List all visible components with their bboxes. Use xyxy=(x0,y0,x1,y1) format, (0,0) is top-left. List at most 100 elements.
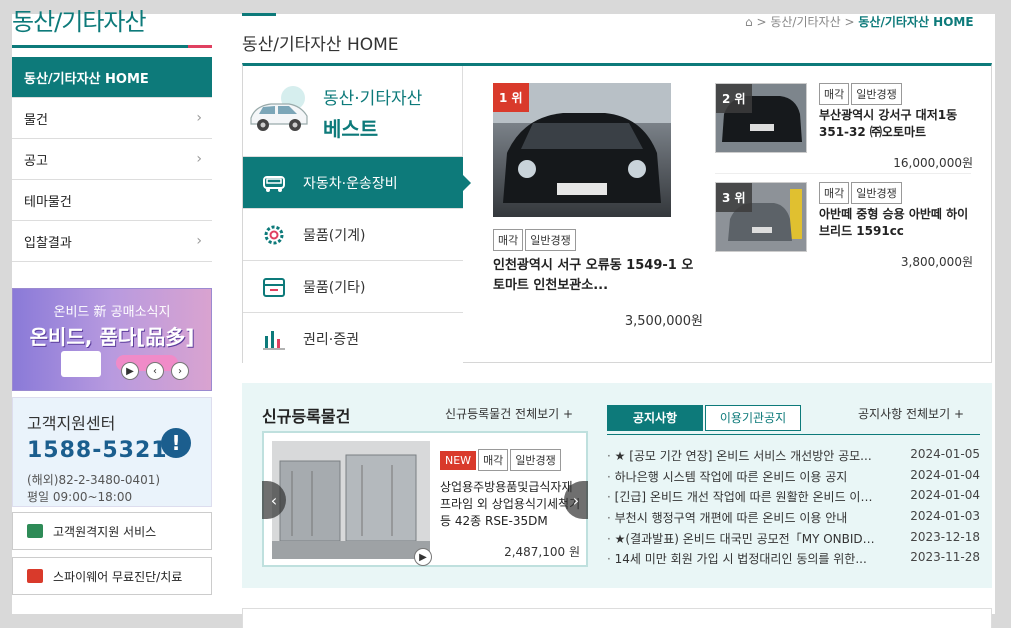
rank-number: 3 xyxy=(722,191,731,205)
notice-row[interactable]: [긴급] 온비드 개선 작업에 따른 원활한 온비드 이용... 2024-01-… xyxy=(607,488,980,509)
chevron-right-icon: › xyxy=(196,151,202,167)
sidebar-item-home[interactable]: 동산/기타자산 HOME xyxy=(12,57,212,98)
box-icon xyxy=(263,278,285,297)
shield-icon xyxy=(27,569,43,583)
promo-banner-title: 온비드, 품다[品多] xyxy=(29,325,195,349)
home-icon[interactable]: ⌂ xyxy=(745,15,753,29)
notice-title[interactable]: 14세 미만 회원 가입 시 법정대리인 동의를 위한... xyxy=(607,550,882,571)
sidebar-title: 동산/기타자산 xyxy=(12,8,147,36)
best-title-top: 동산·기타자산 xyxy=(323,89,423,109)
rank-badge: 1 위 xyxy=(493,83,529,112)
sidebar-item-notice[interactable]: 공고 › xyxy=(12,139,212,180)
new-items-view-all-link[interactable]: 신규등록물건 전체보기 + xyxy=(445,405,573,422)
notice-date: 2024-01-05 xyxy=(910,447,980,461)
rank-badge: 2 위 xyxy=(716,84,752,113)
new-items-title: 신규등록물건 xyxy=(262,407,351,426)
category-tab-machinery[interactable]: 물품(기계) xyxy=(243,208,463,260)
lower-section: 신규등록물건 신규등록물건 전체보기 + NEW 매각 일반경쟁 상업용주방용품및급… xyxy=(242,383,992,588)
promo-illustration xyxy=(61,351,101,377)
notice-title[interactable]: 부천시 행정구역 개편에 따른 온비드 이용 안내 xyxy=(607,509,882,530)
notice-title[interactable]: ★(결과발표) 온비드 대국민 공모전「MY ONBID」... xyxy=(607,530,882,551)
category-tab-rights[interactable]: 권리·증권 xyxy=(243,312,463,364)
tab-notices[interactable]: 공지사항 xyxy=(607,405,703,431)
gear-icon xyxy=(264,225,284,245)
support-overseas: (해외)82-2-3480-0401) xyxy=(27,473,161,487)
notice-date: 2024-01-03 xyxy=(910,509,980,524)
notice-tabs: 공지사항 이용기관공지 xyxy=(607,405,803,431)
play-icon[interactable]: ▶ xyxy=(414,548,432,566)
category-tab-goods-other[interactable]: 물품(기타) xyxy=(243,260,463,312)
new-item-image[interactable] xyxy=(272,441,430,559)
notice-date: 2023-12-18 xyxy=(910,529,980,544)
category-tab-vehicles[interactable]: 자동차·운송장비 xyxy=(243,156,471,208)
new-item-title[interactable]: 상업용주방용품및급식자재 프라임 외 상업용식기세척기 등 42종 RSE-35… xyxy=(440,479,582,531)
rank2-item[interactable]: 2 위 매각 일반경쟁 부산광역시 강서구 대저1동 351-32 ㈜오토마트 1… xyxy=(715,83,973,170)
rank-suffix: 위 xyxy=(734,92,746,106)
remote-support-icon xyxy=(27,524,43,538)
rank2-price: 16,000,000원 xyxy=(893,156,973,170)
notice-date: 2024-01-04 xyxy=(910,488,980,503)
support-phone: 1588-5321 xyxy=(27,438,168,463)
notices-view-all-link[interactable]: 공지사항 전체보기 + xyxy=(858,405,964,422)
rank3-title[interactable]: 아반떼 중형 승용 아반떼 하이브리드 1591cc xyxy=(819,206,973,240)
car-illustration-icon xyxy=(250,86,308,131)
rank2-image[interactable]: 2 위 xyxy=(715,83,807,153)
bid-type-tag: 일반경쟁 xyxy=(525,229,576,251)
notice-row[interactable]: ★(결과발표) 온비드 대국민 공모전「MY ONBID」... 2023-12-… xyxy=(607,530,980,551)
notice-title[interactable]: 하나은행 시스템 작업에 따른 온비드 이용 공지 xyxy=(607,468,882,489)
notice-title[interactable]: ★ [공모 기간 연장] 온비드 서비스 개선방안 공모... xyxy=(607,447,882,468)
best-header: 동산·기타자산 베스트 xyxy=(243,66,463,156)
rank1-tags: 매각 일반경쟁 xyxy=(493,229,578,251)
notice-row[interactable]: 하나은행 시스템 작업에 따른 온비드 이용 공지 2024-01-04 xyxy=(607,468,980,489)
sidebar-item-goods[interactable]: 물건 › xyxy=(12,98,212,139)
sale-type-tag: 매각 xyxy=(478,449,509,471)
rank2-title[interactable]: 부산광역시 강서구 대저1동 351-32 ㈜오토마트 xyxy=(819,107,973,141)
sale-type-tag: 매각 xyxy=(819,83,850,105)
breadcrumb-level1[interactable]: 동산/기타자산 xyxy=(770,15,840,29)
tab-agency-notices[interactable]: 이용기관공지 xyxy=(705,405,801,431)
rank-suffix: 위 xyxy=(734,191,746,205)
remote-support-button[interactable]: 고객원격지원 서비스 xyxy=(12,512,212,550)
rank3-item[interactable]: 3 위 매각 일반경쟁 아반떼 중형 승용 아반떼 하이브리드 1591cc 3,… xyxy=(715,182,973,269)
rank-badge: 3 위 xyxy=(716,183,752,212)
rank3-tags: 매각 일반경쟁 xyxy=(819,182,904,204)
bar-chart-icon xyxy=(263,331,285,350)
spyware-scan-button[interactable]: 스파이웨어 무료진단/치료 xyxy=(12,557,212,595)
sidebar-item-label: 테마물건 xyxy=(24,194,72,210)
category-label: 자동차·운송장비 xyxy=(303,175,398,192)
next-icon[interactable]: › xyxy=(171,362,189,380)
breadcrumb: ⌂ > 동산/기타자산 > 동산/기타자산 HOME xyxy=(745,13,974,30)
sidebar-item-bid-result[interactable]: 입찰결과 › xyxy=(12,221,212,262)
dishwasher-photo xyxy=(272,441,430,559)
breadcrumb-current: 동산/기타자산 HOME xyxy=(858,15,974,29)
bid-type-tag: 일반경쟁 xyxy=(510,449,561,471)
sidebar-item-theme[interactable]: 테마물건 xyxy=(12,180,212,221)
page-title-accent xyxy=(242,13,276,16)
sidebar-item-label: 공고 xyxy=(24,153,48,169)
promo-banner[interactable]: 온비드 新 공매소식지 온비드, 품다[品多] ▶ ‹ › xyxy=(12,288,212,391)
play-icon[interactable]: ▶ xyxy=(121,362,139,380)
rank1-title[interactable]: 인천광역시 서구 오류동 1549-1 오토마트 인천보관소... xyxy=(493,256,703,296)
new-item-card[interactable]: NEW 매각 일반경쟁 상업용주방용품및급식자재 프라임 외 상업용식기세척기 등 … xyxy=(262,431,588,567)
divider xyxy=(607,434,980,435)
next-section-box xyxy=(242,608,992,628)
rank3-image[interactable]: 3 위 xyxy=(715,182,807,252)
notice-row[interactable]: 14세 미만 회원 가입 시 법정대리인 동의를 위한... 2023-11-28 xyxy=(607,550,980,571)
new-item-price: 2,487,100 원 xyxy=(504,545,580,559)
notice-row[interactable]: ★ [공모 기간 연장] 온비드 서비스 개선방안 공모... 2024-01-0… xyxy=(607,447,980,468)
prev-icon[interactable]: ‹ xyxy=(146,362,164,380)
notice-title[interactable]: [긴급] 온비드 개선 작업에 따른 원활한 온비드 이용... xyxy=(607,488,882,509)
notice-row[interactable]: 부천시 행정구역 개편에 따른 온비드 이용 안내 2024-01-03 xyxy=(607,509,980,530)
best-title-bottom: 베스트 xyxy=(323,117,379,141)
notice-date: 2023-11-28 xyxy=(910,550,980,565)
customer-support-box: 고객지원센터 1588-5321 ! (해외)82-2-3480-0401) 평… xyxy=(12,397,212,507)
divider xyxy=(715,173,971,174)
promo-banner-subtitle: 온비드 新 공매소식지 xyxy=(53,305,171,320)
rank-suffix: 위 xyxy=(511,91,523,105)
rank3-price: 3,800,000원 xyxy=(900,255,973,269)
notice-list: ★ [공모 기간 연장] 온비드 서비스 개선방안 공모... 2024-01-0… xyxy=(607,447,980,571)
sidebar-title-underline xyxy=(12,45,212,48)
bid-type-tag: 일반경쟁 xyxy=(851,83,902,105)
rank1-image[interactable]: 1 위 xyxy=(493,83,671,217)
sidebar-item-label: 입찰결과 xyxy=(24,235,72,251)
